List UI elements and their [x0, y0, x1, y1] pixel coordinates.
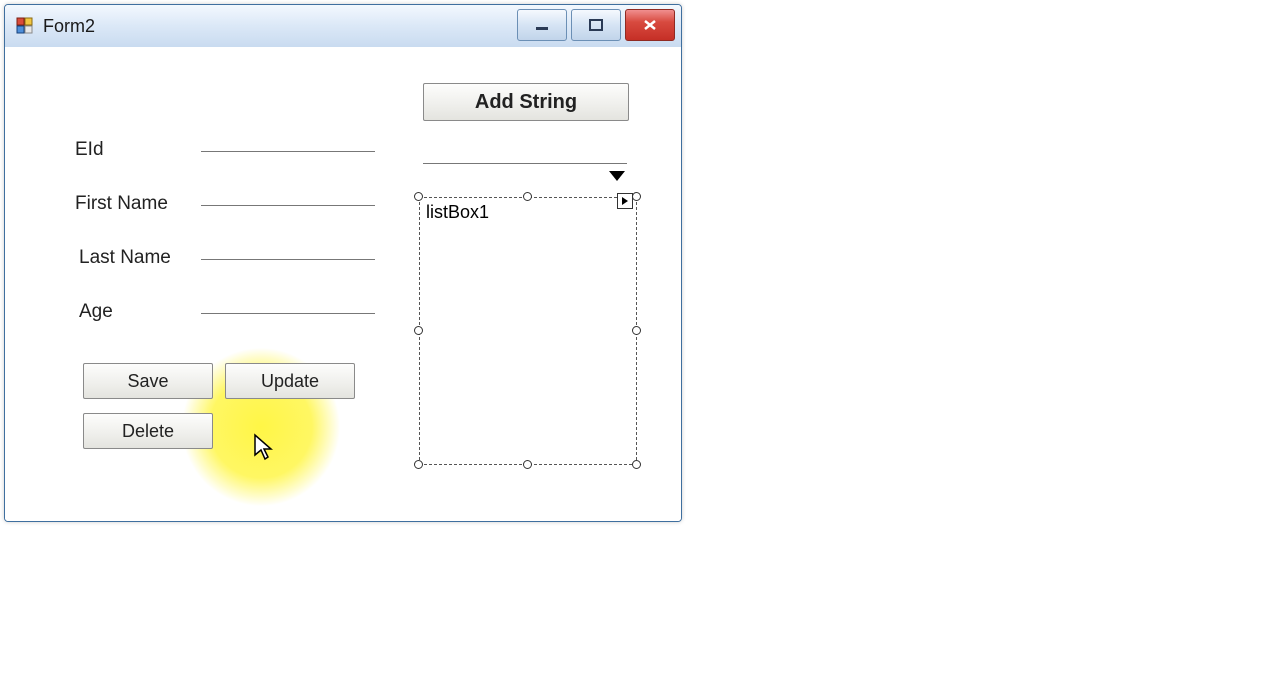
close-button[interactable]: [625, 9, 675, 41]
resize-handle-nw[interactable]: [414, 192, 423, 201]
save-button-label: Save: [127, 371, 168, 392]
age-input[interactable]: [201, 287, 375, 314]
resize-handle-w[interactable]: [414, 326, 423, 335]
resize-handle-n[interactable]: [523, 192, 532, 201]
resize-handle-ne[interactable]: [632, 192, 641, 201]
age-label: Age: [79, 301, 113, 323]
window-title: Form2: [43, 16, 95, 37]
combobox[interactable]: [423, 135, 627, 164]
window-controls: [517, 9, 675, 41]
chevron-down-icon: [609, 171, 625, 181]
app-icon: [15, 16, 35, 36]
save-button[interactable]: Save: [83, 363, 213, 399]
eid-input[interactable]: [201, 125, 375, 152]
resize-handle-s[interactable]: [523, 460, 532, 469]
last-name-label: Last Name: [79, 247, 171, 269]
first-name-label: First Name: [75, 193, 168, 215]
last-name-input[interactable]: [201, 233, 375, 260]
resize-handle-sw[interactable]: [414, 460, 423, 469]
titlebar[interactable]: Form2: [5, 5, 681, 48]
delete-button-label: Delete: [122, 421, 174, 442]
client-area: EId First Name Last Name Age Save Update…: [5, 47, 681, 521]
first-name-input[interactable]: [201, 179, 375, 206]
resize-handle-se[interactable]: [632, 460, 641, 469]
eid-label: EId: [75, 139, 104, 161]
add-string-button-label: Add String: [475, 91, 577, 114]
resize-handle-e[interactable]: [632, 326, 641, 335]
smart-tag-icon[interactable]: [617, 193, 633, 209]
cursor-icon: [253, 433, 275, 466]
close-icon: [642, 18, 658, 32]
minimize-icon: [534, 19, 550, 31]
form-window: Form2 EId First Name Last Name Age: [4, 4, 682, 522]
update-button-label: Update: [261, 371, 319, 392]
maximize-icon: [588, 18, 604, 32]
listbox-placeholder: listBox1: [426, 202, 489, 222]
minimize-button[interactable]: [517, 9, 567, 41]
delete-button[interactable]: Delete: [83, 413, 213, 449]
listbox[interactable]: listBox1: [419, 197, 637, 465]
update-button[interactable]: Update: [225, 363, 355, 399]
add-string-button[interactable]: Add String: [423, 83, 629, 121]
maximize-button[interactable]: [571, 9, 621, 41]
